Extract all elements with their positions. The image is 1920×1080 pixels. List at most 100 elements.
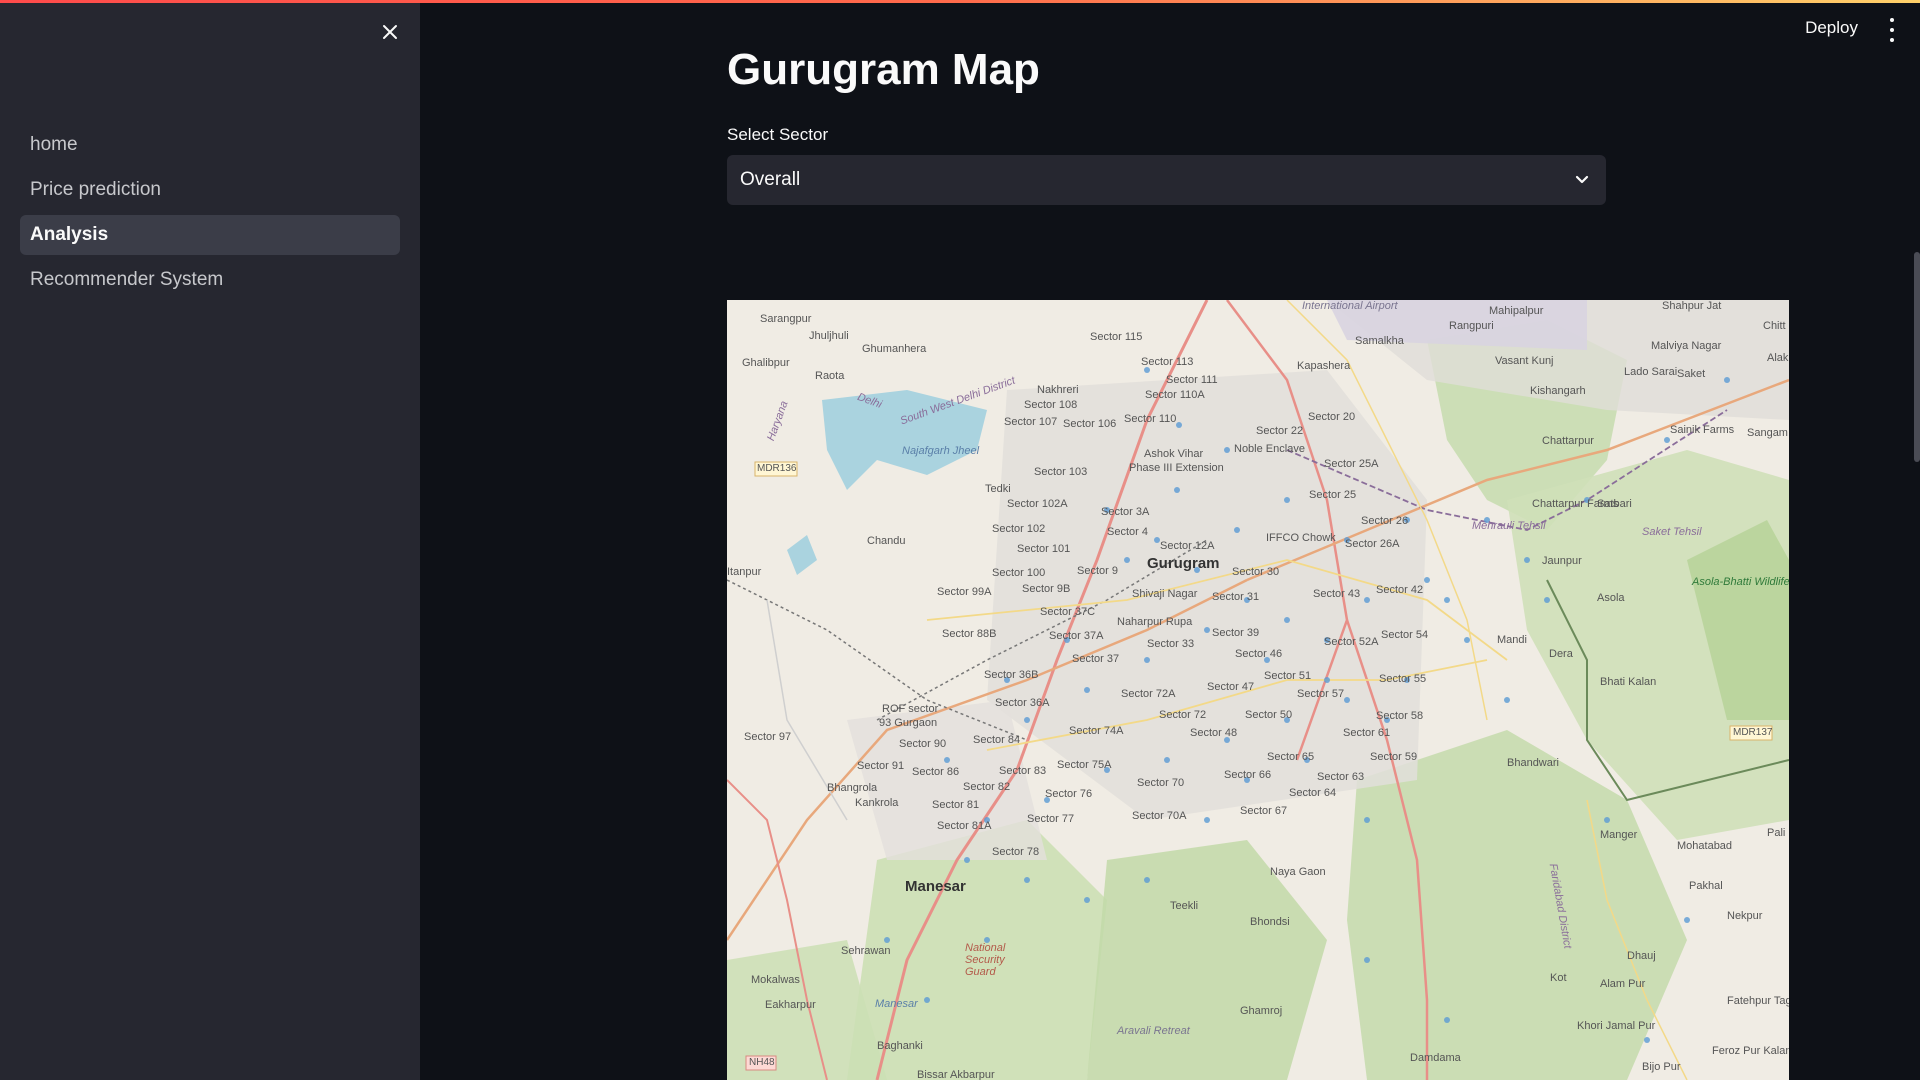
map-label: Sector 97 <box>744 731 792 743</box>
map-label: IFFCO Chowk <box>1266 532 1336 544</box>
sidebar-item-home[interactable]: home <box>20 125 400 165</box>
map-label: National Security Guard <box>965 942 1006 978</box>
map-label: Noble Enclave <box>1234 443 1305 455</box>
map-label: Sector 9B <box>1022 583 1071 595</box>
map-label: International Airport <box>1302 300 1398 312</box>
map-label: Khori Jamal Pur <box>1577 1020 1656 1032</box>
map-label: Sector 76 <box>1045 788 1093 800</box>
map-label: Alak <box>1767 352 1789 364</box>
map-label: Sector 77 <box>1027 813 1075 825</box>
map-label: Manesar <box>875 998 918 1010</box>
select-sector-label: Select Sector <box>727 125 829 144</box>
map-label-manesar: Manesar <box>905 878 966 895</box>
map-label: Sector 110A <box>1145 389 1205 401</box>
map-label: Ashok Vihar <box>1144 448 1204 460</box>
map-label: Sector 22 <box>1256 425 1304 437</box>
map-label: Sector 65 <box>1267 751 1315 763</box>
map-label: Sector 57 <box>1297 688 1345 700</box>
map-label: Tedki <box>985 483 1011 495</box>
map-label: Sector 84 <box>973 734 1021 746</box>
map-label: Sector 37 <box>1072 653 1120 665</box>
map-label: Sector 42 <box>1376 584 1424 596</box>
map-label: Sector 12A <box>1160 540 1215 552</box>
sidebar-item-recommender-system[interactable]: Recommender System <box>20 260 400 300</box>
map-label: Sector 107 <box>1004 416 1058 428</box>
map-label: Sector 72A <box>1121 688 1176 700</box>
map-label: Sector 20 <box>1308 411 1356 423</box>
map-label: Sector 78 <box>992 846 1040 858</box>
map-label: Sector 99A <box>937 586 992 598</box>
sidebar-item-label: home <box>30 134 78 155</box>
map-label: Eakharpur <box>765 999 816 1011</box>
select-value: Overall <box>740 169 801 190</box>
map-label: Mandi <box>1497 634 1527 646</box>
page-title: Gurugram Map <box>727 45 1040 94</box>
map-label: Teekli <box>1170 900 1199 912</box>
map-label: Sector 108 <box>1024 399 1078 411</box>
map-label: Ghamroj <box>1240 1005 1283 1017</box>
close-sidebar-button[interactable] <box>374 16 406 48</box>
map-label: Phase III Extension <box>1129 462 1224 474</box>
gurugram-map[interactable]: Gurugram Manesar Sector 115 Sector 113 S… <box>727 300 1789 1080</box>
map-label: MDR136 <box>757 463 797 474</box>
sidebar-item-analysis[interactable]: Analysis <box>20 215 400 255</box>
map-label: Mahipalpur <box>1489 305 1544 317</box>
map-label: Samalkha <box>1355 335 1404 347</box>
map-label: Sainik Farms <box>1670 424 1735 436</box>
map-label: Dera <box>1549 648 1573 660</box>
map-label: Vasant Kunj <box>1495 355 1554 367</box>
map-label: Sector 81A <box>937 820 992 832</box>
sidebar-item-label: Recommender System <box>30 269 224 290</box>
map-label: Sector 39 <box>1212 627 1260 639</box>
map-label: Rangpuri <box>1449 320 1494 332</box>
map-label: Saket <box>1677 368 1706 380</box>
sidebar-item-label: Analysis <box>30 224 109 245</box>
map-label: Sector 106 <box>1063 418 1117 430</box>
map-label: Sector 102A <box>1007 498 1068 510</box>
map-label: Kapashera <box>1297 360 1351 372</box>
map-label: Najafgarh Jheel <box>902 445 980 457</box>
map-label: Sector 64 <box>1289 787 1337 799</box>
map-label: NH48 <box>749 1057 775 1068</box>
map-label: Sector 70 <box>1137 777 1185 789</box>
map-label: Sector 3A <box>1101 506 1150 518</box>
map-label: Naya Gaon <box>1270 866 1326 878</box>
map-label: Sector 37C <box>1040 606 1096 618</box>
sidebar-item-price-prediction[interactable]: Price prediction <box>20 170 400 210</box>
sector-select[interactable]: Overall <box>727 155 1606 205</box>
map-label: Ghalibpur <box>742 357 790 369</box>
map-label: Asola-Bhatti Wildlife Sanctuary <box>1692 576 1789 588</box>
map-label: Saket Tehsil <box>1642 526 1702 538</box>
map-label: Sector 86 <box>912 766 960 778</box>
map-label: Mokalwas <box>751 974 800 986</box>
map-label: Sector 9 <box>1077 565 1118 577</box>
map-label: Asola <box>1597 592 1625 604</box>
sidebar-nav: home Price prediction Analysis Recommend… <box>20 125 400 305</box>
map-label: Sector 90 <box>899 738 947 750</box>
map-label: Sehrawan <box>841 945 891 957</box>
map-label: Sector 70A <box>1132 810 1187 822</box>
map-label: Satbari <box>1597 498 1632 510</box>
map-label: Bijo Pur <box>1642 1061 1681 1073</box>
map-label: Dhauj <box>1627 950 1656 962</box>
map-label: Nakhreri <box>1037 384 1079 396</box>
map-label: Raota <box>815 370 845 382</box>
sidebar: home Price prediction Analysis Recommend… <box>0 0 420 1080</box>
map-label: Pakhal <box>1689 880 1723 892</box>
map-label: Sector 66 <box>1224 769 1272 781</box>
deploy-button[interactable]: Deploy <box>1805 18 1858 38</box>
close-icon <box>383 25 397 39</box>
map-label: Sector 25 <box>1309 489 1357 501</box>
map-label: Sector 47 <box>1207 681 1255 693</box>
map-label: Bissar Akbarpur <box>917 1069 995 1080</box>
map-label: Sector 52A <box>1324 636 1379 648</box>
map-label: Kankrola <box>855 797 899 809</box>
kebab-menu-icon[interactable] <box>1882 18 1902 42</box>
map-label: Feroz Pur Kalan <box>1712 1045 1789 1057</box>
map-label: Bhondsi <box>1250 916 1290 928</box>
page-scrollbar[interactable] <box>1914 252 1920 462</box>
map-label: Ghumanhera <box>862 343 927 355</box>
map-label: Sector 51 <box>1264 670 1312 682</box>
map-label: Nekpur <box>1727 910 1763 922</box>
map-label: Sector 26 <box>1361 515 1409 527</box>
